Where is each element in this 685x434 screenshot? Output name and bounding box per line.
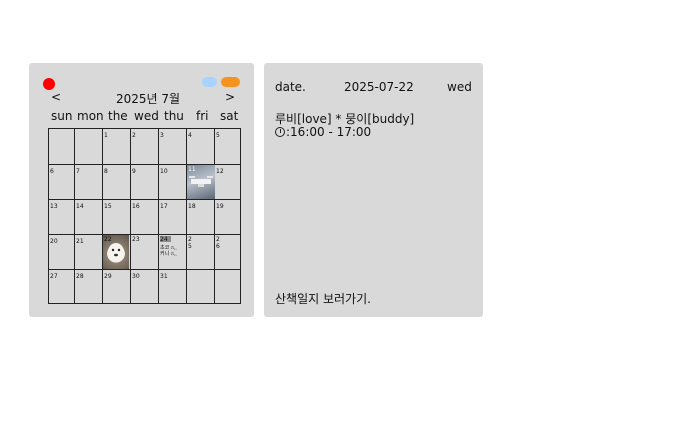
day-number: 18 bbox=[188, 203, 196, 210]
day-number-part: 5 bbox=[188, 243, 192, 250]
weekday-mon: mon bbox=[77, 109, 104, 123]
day-number: 19 bbox=[216, 203, 224, 210]
calendar-panel: < 2025년 7월 > sun mon the wed thu fri sat… bbox=[29, 63, 254, 317]
day-number: 28 bbox=[76, 273, 84, 280]
day-number: 14 bbox=[76, 203, 84, 210]
dog-photo-thumbnail: 22 bbox=[103, 235, 129, 269]
day-number: 15 bbox=[104, 203, 112, 210]
calendar-cell[interactable]: 16 bbox=[131, 200, 159, 235]
weekday-sat: sat bbox=[220, 109, 239, 123]
drone-photo-thumbnail: 11 bbox=[187, 165, 215, 199]
day-number: 30 bbox=[132, 273, 140, 280]
day-number: 10 bbox=[160, 168, 168, 175]
weekday-wed: wed bbox=[134, 109, 159, 123]
calendar-cell[interactable]: 12 bbox=[215, 165, 241, 200]
month-title: 2025년 7월 bbox=[116, 92, 181, 106]
weekday-tue: the bbox=[108, 109, 128, 123]
calendar-cell[interactable]: 2 6 bbox=[215, 235, 241, 270]
calendar-cell-empty bbox=[75, 129, 103, 165]
calendar-cell[interactable]: 8 bbox=[103, 165, 131, 200]
calendar-grid: 1 2 3 4 5 6 7 8 9 10 11 12 13 14 15 16 1… bbox=[48, 128, 241, 304]
walk-detail-panel: date. 2025-07-22 wed 루비[love] * 뭉이[buddy… bbox=[264, 63, 483, 317]
day-number: 27 bbox=[50, 273, 58, 280]
calendar-cell[interactable]: 6 bbox=[49, 165, 75, 200]
weekday-sun: sun bbox=[51, 109, 73, 123]
day-number: 2 bbox=[132, 132, 136, 139]
calendar-cell[interactable]: 23 bbox=[131, 235, 159, 270]
day-number: 24 bbox=[160, 236, 168, 243]
calendar-cell[interactable]: 9 bbox=[131, 165, 159, 200]
clock-icon bbox=[275, 127, 285, 137]
day-number: 8 bbox=[104, 168, 108, 175]
calendar-cell[interactable]: 31 bbox=[159, 270, 187, 304]
calendar-cell[interactable]: 2 bbox=[131, 129, 159, 165]
view-walk-log-link[interactable]: 산책일지 보러가기. bbox=[275, 290, 371, 307]
day-number: 29 bbox=[104, 273, 112, 280]
month-nav: < 2025년 7월 > bbox=[29, 90, 254, 106]
day-number: 21 bbox=[76, 238, 84, 245]
calendar-cell[interactable]: 19 bbox=[215, 200, 241, 235]
calendar-cell[interactable]: 18 bbox=[187, 200, 215, 235]
selected-date: 2025-07-22 bbox=[344, 80, 414, 94]
weekday-header: sun mon the wed thu fri sat bbox=[51, 109, 241, 123]
walk-time-range: :16:00 - 17:00 bbox=[286, 125, 372, 139]
calendar-cell[interactable]: 21 bbox=[75, 235, 103, 270]
calendar-cell[interactable]: 17 bbox=[159, 200, 187, 235]
day-number-part: 2 bbox=[216, 236, 220, 243]
calendar-cell[interactable]: 13 bbox=[49, 200, 75, 235]
calendar-cell-empty bbox=[215, 270, 241, 304]
date-label: date. bbox=[275, 80, 306, 94]
calendar-cell-empty bbox=[187, 270, 215, 304]
weekday-fri: fri bbox=[196, 109, 209, 123]
next-month-button[interactable]: > bbox=[225, 90, 235, 104]
day-number: 7 bbox=[76, 168, 80, 175]
calendar-cell[interactable]: 5 bbox=[215, 129, 241, 165]
day-number: 4 bbox=[188, 132, 192, 139]
calendar-cell[interactable]: 14 bbox=[75, 200, 103, 235]
calendar-cell-with-memo[interactable]: 24 초코 ෆ⸒⸒ 커니 ෆ⸒⸒ bbox=[159, 235, 187, 270]
day-number: 20 bbox=[50, 238, 58, 245]
weekday-thu: thu bbox=[164, 109, 184, 123]
day-number: 11 bbox=[188, 166, 196, 173]
calendar-cell[interactable]: 28 bbox=[75, 270, 103, 304]
day-number: 12 bbox=[216, 168, 224, 175]
calendar-cell[interactable]: 27 bbox=[49, 270, 75, 304]
calendar-cell-with-photo[interactable]: 22 bbox=[103, 235, 131, 270]
day-number-part: 6 bbox=[216, 243, 220, 250]
calendar-cell[interactable]: 4 bbox=[187, 129, 215, 165]
day-number: 6 bbox=[50, 168, 54, 175]
day-number: 16 bbox=[132, 203, 140, 210]
calendar-cell[interactable]: 20 bbox=[49, 235, 75, 270]
day-number: 1 bbox=[104, 132, 108, 139]
calendar-cell[interactable]: 7 bbox=[75, 165, 103, 200]
walk-time: :16:00 - 17:00 bbox=[275, 125, 371, 139]
close-dot[interactable] bbox=[43, 78, 55, 90]
day-number: 3 bbox=[160, 132, 164, 139]
day-number: 31 bbox=[160, 273, 168, 280]
day-number: 23 bbox=[132, 236, 140, 243]
calendar-cell[interactable]: 1 bbox=[103, 129, 131, 165]
prev-month-button[interactable]: < bbox=[51, 90, 61, 104]
day-number: 17 bbox=[160, 203, 168, 210]
day-number: 5 bbox=[216, 132, 220, 139]
calendar-cell-empty bbox=[49, 129, 75, 165]
calendar-cell[interactable]: 2 5 bbox=[187, 235, 215, 270]
day-number: 22 bbox=[104, 236, 112, 243]
selected-weekday: wed bbox=[447, 80, 472, 94]
calendar-cell[interactable]: 10 bbox=[159, 165, 187, 200]
day-number: 13 bbox=[50, 203, 58, 210]
orange-pill-button[interactable] bbox=[221, 77, 240, 87]
calendar-cell-with-photo[interactable]: 11 bbox=[187, 165, 215, 200]
calendar-cell[interactable]: 29 bbox=[103, 270, 131, 304]
calendar-cell[interactable]: 3 bbox=[159, 129, 187, 165]
blue-pill-button[interactable] bbox=[202, 77, 217, 87]
day-number-part: 2 bbox=[188, 236, 192, 243]
calendar-cell[interactable]: 30 bbox=[131, 270, 159, 304]
memo-line: 커니 ෆ⸒⸒ bbox=[160, 251, 177, 257]
calendar-cell[interactable]: 15 bbox=[103, 200, 131, 235]
day-number: 9 bbox=[132, 168, 136, 175]
